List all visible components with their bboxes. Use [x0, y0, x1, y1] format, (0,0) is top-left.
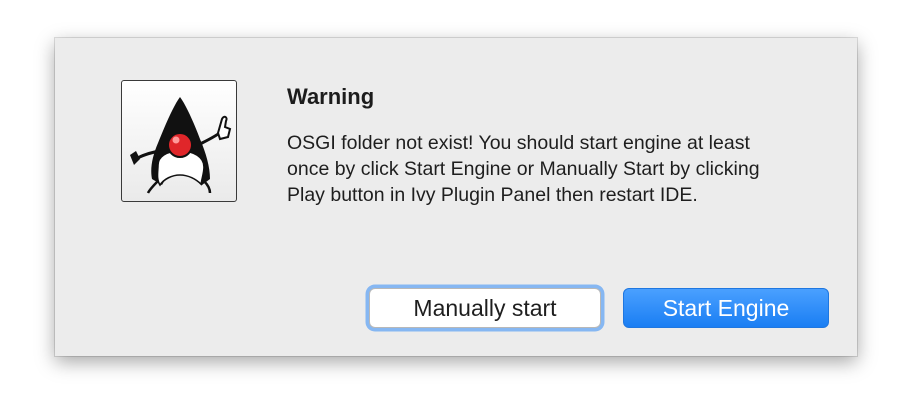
java-duke-icon [130, 97, 232, 194]
start-engine-button[interactable]: Start Engine [623, 288, 829, 328]
dialog-message: OSGI folder not exist! You should start … [287, 132, 760, 206]
manually-start-button[interactable]: Manually start [369, 288, 601, 328]
dialog-title: Warning [287, 84, 375, 109]
warning-dialog: Warning OSGI folder not exist! You shoul… [55, 38, 857, 356]
app-icon-frame [121, 80, 237, 202]
